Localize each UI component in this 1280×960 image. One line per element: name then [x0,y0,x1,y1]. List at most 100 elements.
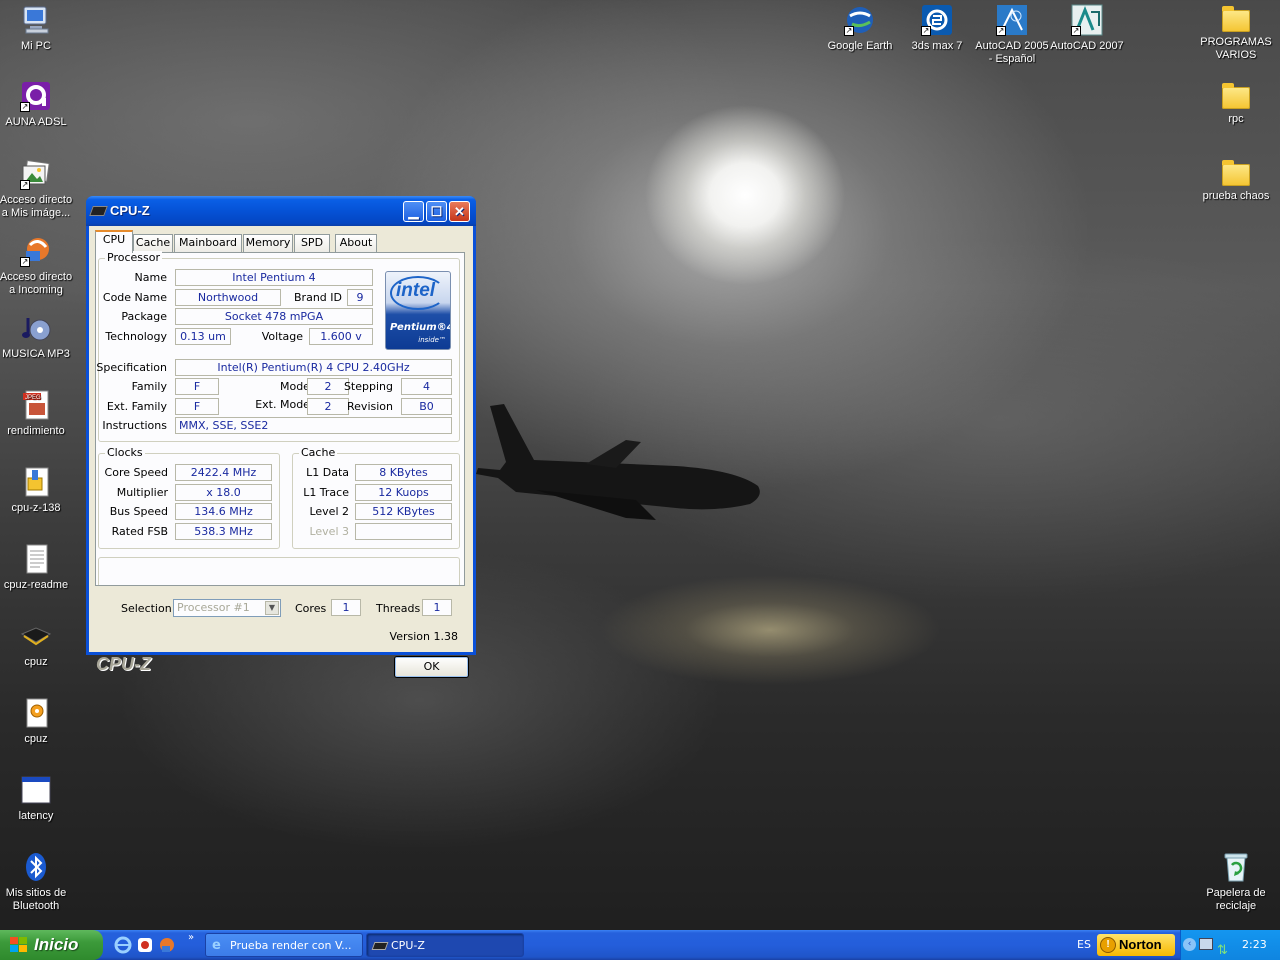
window-titlebar[interactable]: CPU-Z ▁ ☐ ✕ [86,196,476,226]
extfamily-value: F [175,398,219,415]
desktop-icon-musica[interactable]: MUSICA MP3 [0,312,74,361]
minimize-button[interactable]: ▁ [403,201,424,222]
shortcut-arrow-icon: ↗ [20,180,30,190]
tab-cache[interactable]: Cache [133,234,173,252]
tab-cpu[interactable]: CPU [95,230,133,253]
stepping-value: 4 [401,378,452,395]
name-value: Intel Pentium 4 [175,269,373,286]
taskbar-task-prueba-render[interactable]: e Prueba render con V... [205,933,363,957]
desktop-icon-label: Papelera de reciclaje [1206,887,1266,912]
level3-label: Level 3 [309,525,349,538]
desktop-icon-autocad-2005[interactable]: ↗ AutoCAD 2005 - Español [974,4,1050,66]
ie-icon: e [212,938,221,953]
desktop-icon-label: cpuz [24,733,48,745]
tab-spd[interactable]: SPD [294,234,330,252]
desktop-icon-mis-imagenes[interactable]: ↗ Acceso directo a Mis imáge... [0,158,74,220]
desktop-icon-label: cpuz-readme [3,579,69,591]
family-label: Family [131,380,167,393]
start-button[interactable]: Inicio [0,930,103,960]
codename-value: Northwood [175,289,281,306]
tab-mainboard[interactable]: Mainboard [174,234,242,252]
desktop-icon-label: 3ds max 7 [911,40,963,52]
desktop-icon-cpuz-exe[interactable]: cpuz [0,620,74,669]
shortcut-arrow-icon: ↗ [921,26,931,36]
selection-label: Selection [121,602,172,615]
chevron-left-icon[interactable]: ‹ [1183,938,1196,951]
l1-trace-label: L1 Trace [303,486,349,499]
sync-icon[interactable]: ⇅ [1217,936,1228,960]
desktop-icon-cpuz-ini[interactable]: cpuz [0,697,74,746]
incoming-icon: ↗ [20,235,52,267]
l1-data-value: 8 KBytes [355,464,452,481]
desktop-icon-latency[interactable]: latency [0,774,74,823]
desktop-icon-incoming[interactable]: ↗ Acceso directo a Incoming [0,235,74,297]
desktop-icon-bluetooth[interactable]: Mis sitios de Bluetooth [0,851,74,913]
processor-select[interactable]: Processor #1 ▼ [173,599,281,617]
taskbar-task-cpuz[interactable]: CPU-Z [366,933,524,957]
model-value: 2 [307,378,349,395]
archive-icon [20,466,52,498]
intel-logo-text: intel [396,280,436,301]
desktop-icon-label: Mis sitios de Bluetooth [5,887,67,912]
window-title: CPU-Z [110,203,150,218]
desktop-icon-google-earth[interactable]: ↗ Google Earth [822,4,898,53]
network-icon[interactable] [1199,938,1213,950]
desktop-icon-cpuz-readme[interactable]: cpuz-readme [0,543,74,592]
media-icon[interactable] [136,936,154,954]
codename-label: Code Name [102,291,167,304]
level2-value: 512 KBytes [355,503,452,520]
version-label: Version 1.38 [389,630,458,643]
desktop-icon-rpc[interactable]: rpc [1198,81,1274,126]
tab-about[interactable]: About [335,234,377,252]
desktop-icon-label: Mi PC [21,40,51,52]
desktop-icon-label: Acceso directo a Incoming [0,271,73,296]
norton-check-icon: ! [1100,937,1116,953]
autocad-2007-icon: ↗ [1071,4,1103,36]
name-label: Name [134,271,167,284]
intel-pentium4-logo: intel Pentium®4 inside™ [385,271,451,350]
jpeg-file-icon: JPEG [20,389,52,421]
language-indicator[interactable]: ES [1077,930,1091,960]
shortcut-arrow-icon: ↗ [844,26,854,36]
desktop-icon-3ds-max[interactable]: ↗ 3ds max 7 [899,4,975,53]
chip-icon [89,206,108,216]
ok-button[interactable]: OK [394,656,469,678]
ie-icon[interactable] [114,936,132,954]
desktop-icon-prueba-chaos[interactable]: prueba chaos [1198,158,1274,203]
desktop-icon-rendimiento[interactable]: JPEG rendimiento [0,389,74,438]
autocad-2005-icon: ↗ [996,4,1028,36]
maximize-button[interactable]: ☐ [426,201,447,222]
desktop-icon-cpu-z-138[interactable]: cpu-z-138 [0,466,74,515]
task-label: CPU-Z [391,939,425,952]
norton-label: Norton [1119,937,1162,952]
desktop-icon-programas-varios[interactable]: PROGRAMAS VARIOS [1198,4,1274,62]
package-value: Socket 478 mPGA [175,308,373,325]
desktop-icon-autocad-2007[interactable]: ↗ AutoCAD 2007 [1049,4,1125,53]
text-file-icon [20,543,52,575]
threads-label: Threads [376,602,421,615]
desktop-icon-label: cpu-z-138 [11,502,61,514]
system-tray: ‹ ⇅ 2:23 [1180,930,1280,960]
tab-memory[interactable]: Memory [243,234,293,252]
desktop-icon-papelera[interactable]: Papelera de reciclaje [1198,851,1274,913]
chevron-right-icon[interactable]: » [188,932,194,943]
pictures-icon: ↗ [20,158,52,190]
3ds-max-icon: ↗ [921,4,953,36]
close-button[interactable]: ✕ [449,201,470,222]
chevron-down-icon[interactable]: ▼ [265,601,279,615]
desktop-icon-auna-adsl[interactable]: ↗ AUNA ADSL [0,80,74,129]
norton-button[interactable]: ! Norton [1097,934,1175,956]
app-icon[interactable] [158,936,176,954]
folder-icon [1222,83,1250,109]
l1-trace-value: 12 Kuops [355,484,452,501]
computer-icon [20,4,52,36]
multiplier-value: x 18.0 [175,484,272,501]
cpuz-window: CPU-Z ▁ ☐ ✕ CPU Cache Mainboard Memory S… [86,196,476,678]
processor-select-value: Processor #1 [177,601,250,614]
chip-icon [371,942,389,950]
instructions-value: MMX, SSE, SSE2 [175,417,452,434]
extmodel-value: 2 [307,398,349,415]
desktop-icon-label: Acceso directo a Mis imáge... [0,194,73,219]
desktop-icon-mi-pc[interactable]: Mi PC [0,4,74,53]
desktop-icon-label: AutoCAD 2007 [1050,40,1124,52]
